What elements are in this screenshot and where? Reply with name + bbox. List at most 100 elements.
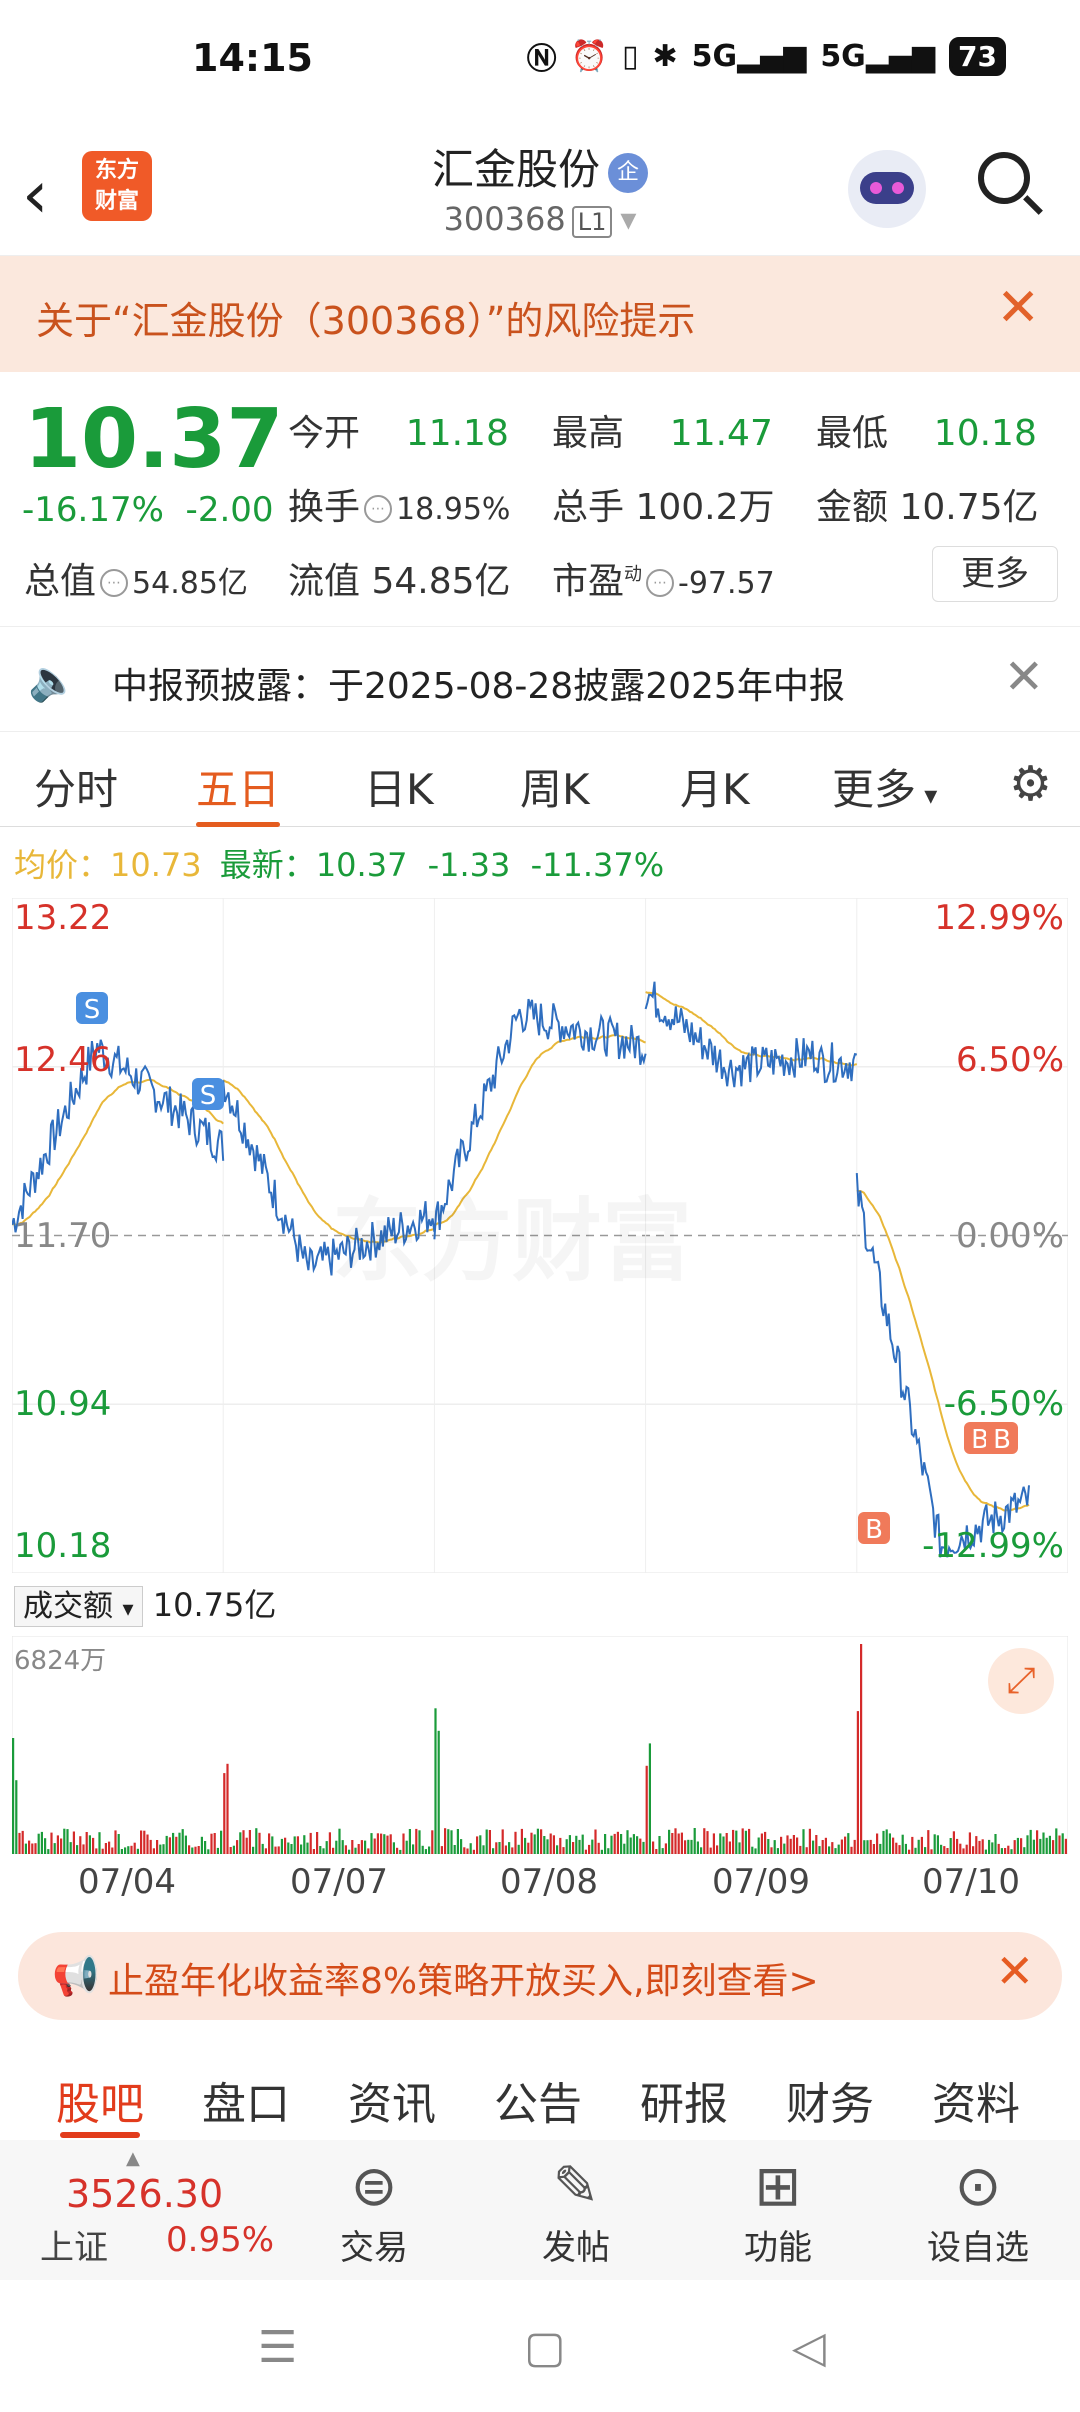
volume-bar [517, 1844, 520, 1854]
volume-bar [56, 1835, 59, 1854]
home-icon[interactable]: ▢ [524, 2322, 566, 2373]
close-icon[interactable]: ✕ [996, 278, 1040, 338]
volume-bar [767, 1839, 770, 1854]
volume-bar [383, 1834, 386, 1854]
tab-five-day[interactable]: 五日 [196, 756, 280, 817]
menu-icon[interactable]: ☰ [258, 2322, 297, 2373]
volume-bar [428, 1846, 431, 1854]
volume-bar [88, 1835, 91, 1854]
volume-bar [936, 1835, 939, 1854]
volume-bar [572, 1842, 575, 1854]
volume-bar [415, 1828, 418, 1854]
volume-bar [357, 1844, 360, 1854]
tab-news[interactable]: 资讯 [348, 2068, 436, 2132]
volume-bar [949, 1838, 952, 1854]
index-value[interactable]: 3526.30 [66, 2172, 223, 2216]
volume-bar [40, 1831, 43, 1854]
assistant-robot-icon[interactable] [848, 150, 926, 228]
status-bar: 14:15 Ⓝ ⏰ ▯ ✱ 5G▂▄▆ 5G▂▄▆ 73 [0, 0, 1080, 120]
volume-bar [280, 1838, 283, 1854]
volume-bar [504, 1845, 507, 1854]
close-icon[interactable]: ✕ [1004, 649, 1044, 705]
volume-bar [245, 1837, 248, 1854]
trade-marker: S [192, 1078, 224, 1111]
promo-banner[interactable]: 📢 止盈年化收益率8%策略开放买入,即刻查看> ✕ [18, 1932, 1062, 2020]
tab-weekly-k[interactable]: 周K [520, 756, 590, 817]
volume-bar [140, 1830, 143, 1854]
volume-bar [271, 1836, 274, 1854]
volume-bar [549, 1833, 552, 1854]
index-name: 上证 [40, 2228, 108, 2268]
tab-forum[interactable]: 股吧 [56, 2068, 144, 2132]
volume-bar [98, 1832, 101, 1854]
tab-profile[interactable]: 资料 [932, 2068, 1020, 2132]
volume-bar [92, 1837, 95, 1854]
tab-research[interactable]: 研报 [640, 2068, 728, 2132]
volume-bar [703, 1828, 706, 1854]
volume-bar [773, 1840, 776, 1854]
chevron-down-icon: ▾ [620, 200, 637, 238]
post-button[interactable]: ✎ 发帖 [516, 2154, 636, 2269]
volume-bar [578, 1839, 581, 1854]
tab-finance[interactable]: 财务 [786, 2068, 874, 2132]
trade-button[interactable]: ⊜ 交易 [314, 2154, 434, 2269]
volume-bar [888, 1833, 891, 1854]
trade-marker: B [858, 1512, 890, 1545]
volume-bar [959, 1843, 962, 1854]
gear-icon[interactable]: ⚙ [1009, 756, 1052, 812]
tab-daily-k[interactable]: 日K [364, 756, 434, 817]
price-chart[interactable]: SSBBB 13.22 12.46 11.70 10.94 10.18 12.9… [11, 897, 1069, 1574]
more-circle-icon: ⊙ [954, 2154, 1002, 2219]
volume-bar [872, 1844, 875, 1854]
tab-announcements[interactable]: 公告 [494, 2068, 582, 2132]
tab-monthly-k[interactable]: 月K [680, 756, 750, 817]
volume-bar [1045, 1837, 1048, 1854]
tab-more[interactable]: 更多 ▾ [832, 756, 937, 817]
close-icon[interactable]: ✕ [995, 1944, 1034, 1998]
y-label-left: 13.22 [14, 898, 112, 938]
volume-bar [591, 1839, 594, 1854]
more-button[interactable]: 更多 [932, 546, 1058, 602]
volume-bar [786, 1835, 789, 1854]
volume-bar [213, 1833, 216, 1854]
volume-bar [616, 1831, 619, 1854]
volume-bar [255, 1828, 258, 1854]
volume-bar [664, 1843, 667, 1854]
tab-intraday[interactable]: 分时 [34, 756, 118, 817]
volume-bar [258, 1832, 261, 1854]
add-watchlist-button[interactable]: ⊙ 设自选 [918, 2154, 1038, 2269]
volume-bar [962, 1848, 965, 1854]
volume-bar [623, 1843, 626, 1854]
volume-bar [104, 1843, 107, 1854]
volume-bar [860, 1644, 863, 1854]
volume-bar [677, 1833, 680, 1854]
back-nav-icon[interactable]: ◁ [792, 2322, 826, 2373]
volume-bar [386, 1835, 389, 1854]
watermark: 东方财富 [332, 1168, 692, 1298]
volume-chart[interactable]: 6824万 [11, 1635, 1069, 1855]
notice-bar[interactable]: 🔈 中报预披露：于2025-08-28披露2025年中报 ✕ [0, 626, 1080, 732]
volume-bar [1013, 1840, 1016, 1854]
volume-bar [175, 1836, 178, 1854]
volume-bar [693, 1828, 696, 1854]
volume-bar [172, 1832, 175, 1854]
volume-bar [18, 1832, 21, 1854]
expand-icon[interactable]: ⤢ [988, 1648, 1054, 1714]
volume-bar [188, 1845, 191, 1854]
volume-bar [1026, 1835, 1029, 1854]
volume-bar [863, 1840, 866, 1854]
volume-bar [632, 1834, 635, 1854]
tab-order-book[interactable]: 盘口 [202, 2068, 290, 2132]
volume-bar [348, 1849, 351, 1854]
volume-bar [72, 1831, 75, 1854]
volume-bar [130, 1845, 133, 1854]
volume-selector[interactable]: 成交额 ▾ [14, 1586, 143, 1627]
volume-bar [757, 1837, 760, 1854]
volume-bar [101, 1848, 104, 1854]
volume-bar [533, 1834, 536, 1854]
risk-banner[interactable]: 关于“汇金股份（300368）”的风险提示 ✕ [0, 256, 1080, 372]
function-button[interactable]: ⊞ 功能 [718, 2154, 838, 2269]
search-icon[interactable] [978, 152, 1030, 204]
index-pct: 0.95% [166, 2220, 275, 2260]
y-label-right: 0.00% [955, 1216, 1064, 1256]
